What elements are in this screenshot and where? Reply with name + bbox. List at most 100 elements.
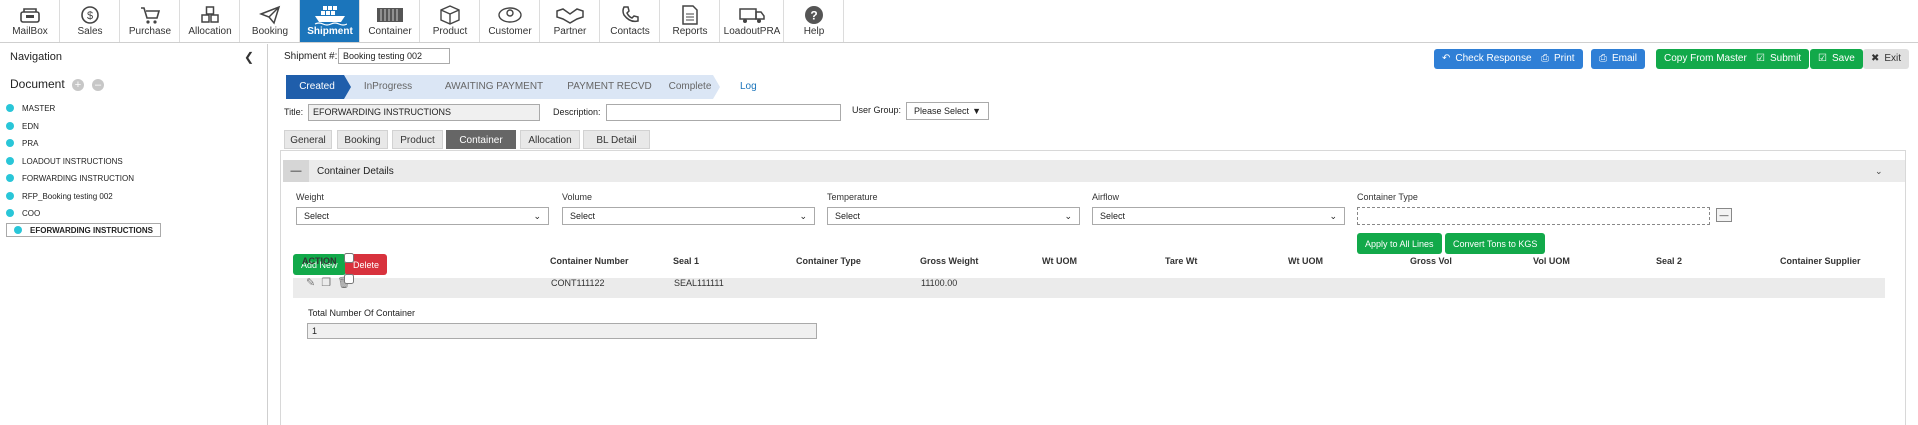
shipment-label: Shipment #: <box>284 51 338 62</box>
document-label: LOADOUT INSTRUCTIONS <box>22 156 123 166</box>
title-input[interactable]: EFORWARDING INSTRUCTIONS <box>308 104 540 121</box>
nav-reports[interactable]: Reports <box>660 0 720 42</box>
top-navigation: MailBox $ Sales Purchase Allocation Book… <box>0 0 1918 43</box>
airflow-value: Select <box>1100 211 1126 221</box>
svg-text:$: $ <box>87 10 93 22</box>
nav-customer[interactable]: Customer <box>480 0 540 42</box>
collapse-sidebar-icon[interactable]: ❮ <box>244 50 254 64</box>
chevron-down-icon: ⌄ <box>1329 210 1337 221</box>
nav-product[interactable]: Product <box>420 0 480 42</box>
column-header-container-type: Container Type <box>796 256 861 266</box>
temperature-select[interactable]: Select ⌄ <box>827 207 1080 225</box>
cell-seal1: SEAL111111 <box>674 278 724 288</box>
nav-allocation[interactable]: Allocation <box>180 0 240 42</box>
nav-container[interactable]: Container <box>360 0 420 42</box>
document-item-master[interactable]: MASTER <box>6 101 55 115</box>
collapse-panel-icon[interactable]: — <box>283 160 309 182</box>
nav-loadoutpra[interactable]: LoadoutPRA <box>720 0 784 42</box>
description-label: Description: <box>553 107 601 117</box>
document-item-eforwarding[interactable]: EFORWARDING INSTRUCTIONS <box>6 223 161 237</box>
panel-title: Container Details <box>317 166 394 177</box>
container-type-picker-icon[interactable]: — <box>1716 208 1732 222</box>
save-button[interactable]: ☑ Save <box>1810 49 1863 69</box>
column-header-action: ACTION <box>302 256 337 266</box>
tab-product[interactable]: Product <box>392 130 443 149</box>
airflow-select[interactable]: Select ⌄ <box>1092 207 1345 225</box>
cart-icon <box>120 4 180 26</box>
status-dot-icon <box>6 209 14 217</box>
user-group-select[interactable]: Please Select ▼ <box>906 102 989 120</box>
document-item-pra[interactable]: PRA <box>6 136 38 150</box>
chevron-down-icon[interactable]: ⌄ <box>1875 166 1883 177</box>
temperature-value: Select <box>835 211 861 221</box>
nav-partner[interactable]: Partner <box>540 0 600 42</box>
document-item-coo[interactable]: COO <box>6 206 40 220</box>
nav-shipment[interactable]: Shipment <box>300 0 360 42</box>
nav-label: Container <box>368 26 412 37</box>
convert-tons-button[interactable]: Convert Tons to KGS <box>1445 233 1546 254</box>
exit-button[interactable]: ✖ Exit <box>1863 49 1910 69</box>
document-item-edn[interactable]: EDN <box>6 119 39 133</box>
copy-from-master-button[interactable]: Copy From Master <box>1656 49 1755 69</box>
title-label: Title: <box>284 107 304 117</box>
nav-sales[interactable]: $ Sales <box>60 0 120 42</box>
status-dot-icon <box>6 157 14 165</box>
document-title: Document <box>10 77 65 91</box>
nav-booking[interactable]: Booking <box>240 0 300 42</box>
column-header-wt-uom: Wt UOM <box>1042 256 1077 266</box>
phone-icon <box>600 4 660 26</box>
step-payment-label: PAYMENT RECVD <box>567 81 652 92</box>
total-containers-input[interactable]: 1 <box>307 323 817 339</box>
nav-label: MailBox <box>12 26 48 37</box>
volume-select[interactable]: Select ⌄ <box>562 207 815 225</box>
weight-select[interactable]: Select ⌄ <box>296 207 549 225</box>
nav-label: Purchase <box>128 26 172 37</box>
check-response-button[interactable]: ↶ Check Response <box>1434 49 1540 69</box>
document-item-rfp[interactable]: RFP_Booking testing 002 <box>6 189 113 203</box>
nav-label: Product <box>432 26 468 37</box>
email-icon: ⎙ <box>1599 53 1607 64</box>
volume-value: Select <box>570 211 596 221</box>
nav-help[interactable]: ? Help <box>784 0 844 42</box>
description-input[interactable] <box>606 104 841 121</box>
nav-purchase[interactable]: Purchase <box>120 0 180 42</box>
box-icon <box>420 4 480 26</box>
copy-icon[interactable]: ❐ <box>321 276 331 289</box>
shipment-number-input[interactable]: Booking testing 002 <box>338 48 450 64</box>
check-response-label: Check Response <box>1455 53 1532 64</box>
document-item-forwarding[interactable]: FORWARDING INSTRUCTION <box>6 171 134 185</box>
add-document-icon[interactable]: + <box>72 79 84 91</box>
print-label: Print <box>1554 53 1575 64</box>
remove-document-icon[interactable]: – <box>92 79 104 91</box>
container-details-panel: — Container Details ⌄ Weight Select ⌄ Vol… <box>280 150 1906 425</box>
container-type-label: Container Type <box>1357 192 1418 202</box>
main-content: Shipment #: Booking testing 002 ↶ Check R… <box>270 44 1918 425</box>
container-type-input[interactable] <box>1357 207 1710 225</box>
tab-general[interactable]: General <box>284 130 332 149</box>
tab-bl-detail[interactable]: BL Detail <box>583 130 650 149</box>
tab-allocation[interactable]: Allocation <box>520 130 580 149</box>
document-label: EDN <box>22 121 39 131</box>
column-header-tare-wt: Tare Wt <box>1165 256 1198 266</box>
tab-booking[interactable]: Booking <box>337 130 388 149</box>
select-all-checkbox[interactable] <box>344 253 354 263</box>
sidebar-title: Navigation <box>10 51 62 63</box>
submit-label: Submit <box>1769 53 1802 64</box>
step-complete-label: Complete <box>668 81 712 92</box>
log-link[interactable]: Log <box>740 81 757 92</box>
apply-to-all-lines-button[interactable]: Apply to All Lines <box>1357 233 1442 254</box>
column-header-gross-vol: Gross Vol <box>1410 256 1452 266</box>
document-item-loadout[interactable]: LOADOUT INSTRUCTIONS <box>6 154 123 168</box>
submit-button[interactable]: ☑ Submit <box>1748 49 1810 69</box>
table-header-row <box>293 278 1885 298</box>
status-dot-icon <box>6 174 14 182</box>
nav-mailbox[interactable]: MailBox <box>0 0 60 42</box>
chevron-down-icon: ⌄ <box>799 210 807 221</box>
print-button[interactable]: ⎙ Print <box>1533 49 1583 69</box>
panel-header[interactable] <box>283 160 1905 182</box>
nav-contacts[interactable]: Contacts <box>600 0 660 42</box>
row-checkbox[interactable] <box>344 274 354 284</box>
tab-container[interactable]: Container <box>446 130 516 149</box>
email-button[interactable]: ⎙ Email <box>1591 49 1646 69</box>
edit-icon[interactable]: ✎ <box>306 276 315 289</box>
